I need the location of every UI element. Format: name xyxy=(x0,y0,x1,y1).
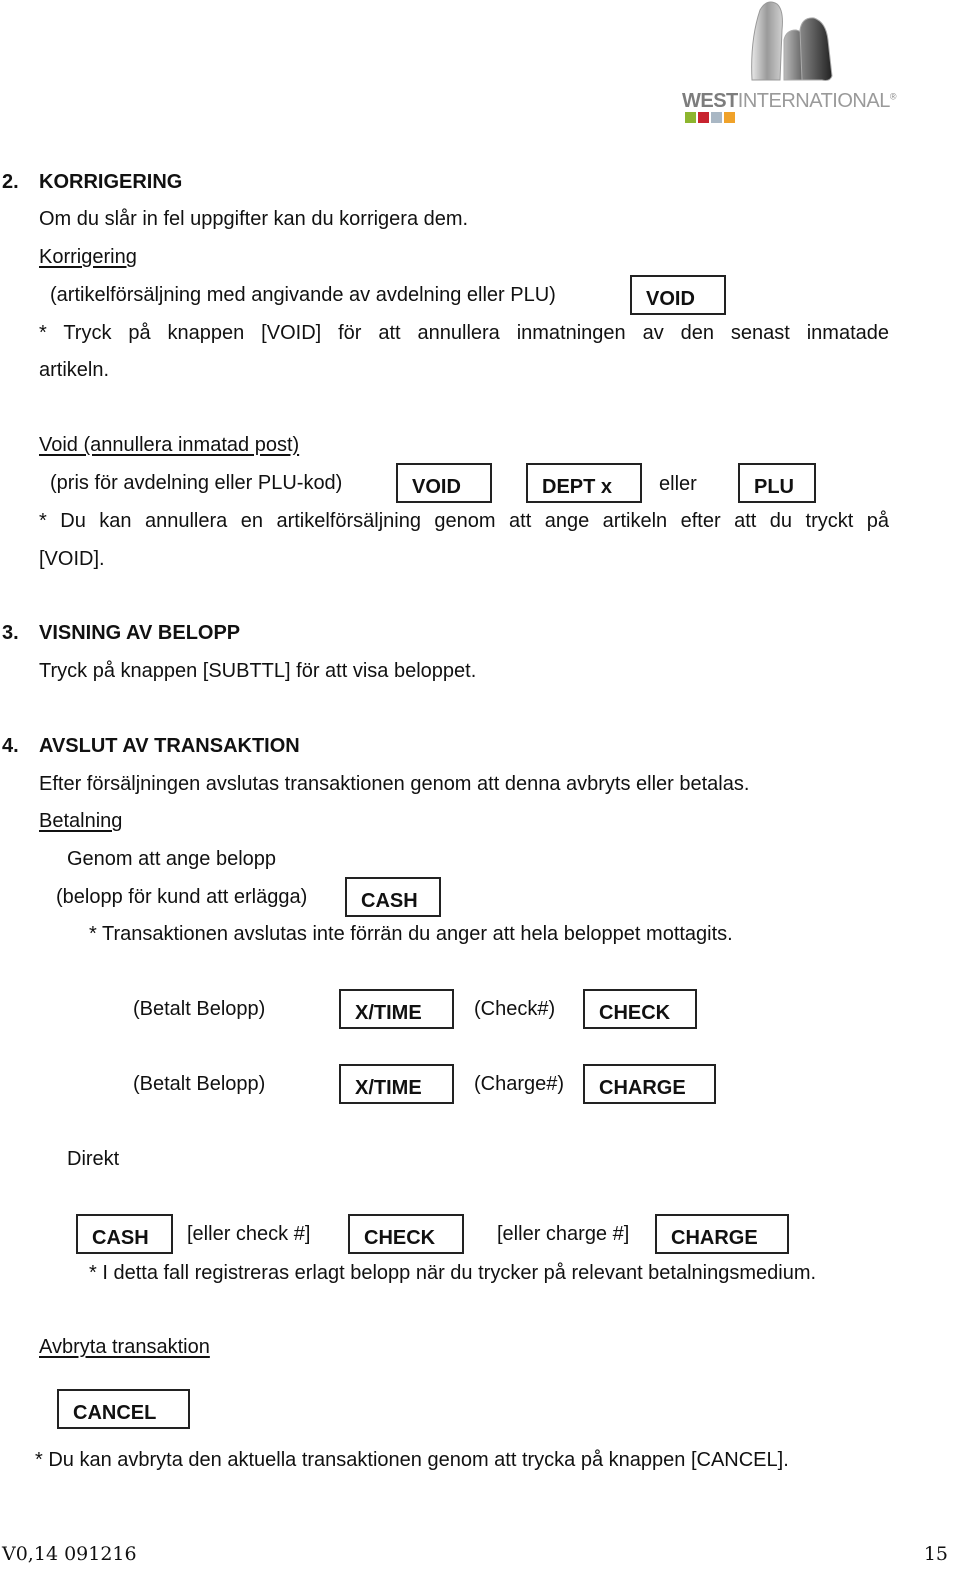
charge-ref-label: (Charge#) xyxy=(474,1073,565,1095)
section-title: KORRIGERING xyxy=(39,171,183,193)
subheading-betalning: Betalning xyxy=(39,810,123,832)
cancel-key: CANCEL xyxy=(57,1389,190,1429)
xtime-key: X/TIME xyxy=(339,989,454,1029)
west-international-logo: WESTINTERNATIONAL® xyxy=(682,0,896,128)
page-number: 15 xyxy=(923,1543,948,1565)
section-title: VISNING AV BELOPP xyxy=(39,622,241,644)
footer-version: V0,14 091216 xyxy=(2,1543,137,1565)
note: * Du kan annullera en artikelförsäljning… xyxy=(39,510,889,532)
note: * Du kan avbryta den aktuella transaktio… xyxy=(35,1449,789,1471)
section-title: AVSLUT AV TRANSAKTION xyxy=(39,735,300,757)
paid-amount-label: (Betalt Belopp) xyxy=(133,1073,266,1095)
or-charge-label: [eller charge #] xyxy=(497,1223,630,1245)
subheading-korrigering: Korrigering xyxy=(39,246,137,268)
note: * Transaktionen avslutas inte förrän du … xyxy=(89,923,733,945)
or-check-label: [eller check #] xyxy=(187,1223,311,1245)
amount-label: (belopp för kund att erlägga) xyxy=(56,886,308,908)
payment-method: Genom att ange belopp xyxy=(67,848,277,870)
logo-wordmark: WESTINTERNATIONAL® xyxy=(682,90,896,112)
void-key: VOID xyxy=(396,463,492,503)
check-key: CHECK xyxy=(583,989,697,1029)
charge-key: CHARGE xyxy=(655,1214,789,1254)
check-key: CHECK xyxy=(348,1214,464,1254)
cash-key: CASH xyxy=(345,877,441,917)
note-continued: artikeln. xyxy=(39,359,110,381)
connector-text: eller xyxy=(659,473,697,495)
logo-badge-icon xyxy=(698,112,709,123)
section-number: 3. xyxy=(2,622,19,644)
dept-key: DEPT x xyxy=(526,463,642,503)
plu-key: PLU xyxy=(738,463,816,503)
note: * Tryck på knappen [VOID] för att annull… xyxy=(39,322,889,344)
logo-badge-icon xyxy=(711,112,722,123)
section-intro: Om du slår in fel uppgifter kan du korri… xyxy=(39,208,469,230)
note: * I detta fall registreras erlagt belopp… xyxy=(89,1262,817,1284)
logo-badge-icon xyxy=(685,112,696,123)
subheading-void: Void (annullera inmatad post) xyxy=(39,434,300,456)
section-number: 4. xyxy=(2,735,19,757)
input-label: (artikelförsäljning med angivande av avd… xyxy=(50,284,556,306)
section-body: Efter försäljningen avslutas transaktion… xyxy=(39,773,750,795)
input-label: (pris för avdelning eller PLU-kod) xyxy=(50,472,343,494)
logo-badge-icon xyxy=(724,112,735,123)
section-body: Tryck på knappen [SUBTTL] för att visa b… xyxy=(39,660,477,682)
note-continued: [VOID]. xyxy=(39,548,105,570)
check-ref-label: (Check#) xyxy=(474,998,556,1020)
section-number: 2. xyxy=(2,171,19,193)
xtime-key: X/TIME xyxy=(339,1064,454,1104)
paid-amount-label: (Betalt Belopp) xyxy=(133,998,266,1020)
direct-label: Direkt xyxy=(67,1148,120,1170)
west-international-logo-icon xyxy=(751,1,833,81)
charge-key: CHARGE xyxy=(583,1064,716,1104)
cash-key: CASH xyxy=(76,1214,173,1254)
subheading-avbryta: Avbryta transaktion xyxy=(39,1336,210,1358)
void-key: VOID xyxy=(630,275,726,315)
